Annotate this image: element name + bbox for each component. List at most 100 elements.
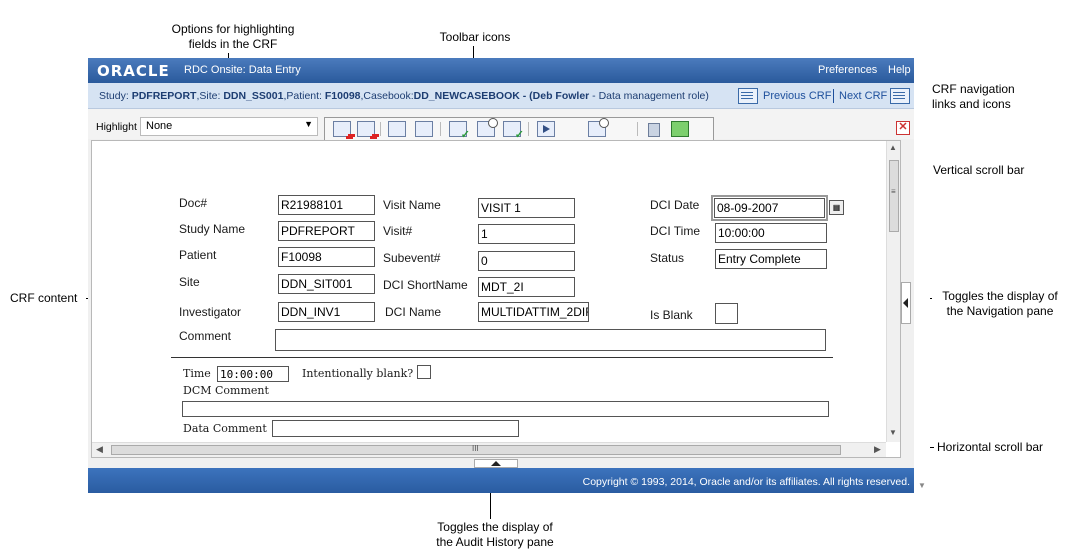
toolbar-separator [380, 122, 381, 136]
horizontal-scroll-thumb[interactable]: III [111, 444, 841, 455]
patient-value: F10098 [324, 90, 361, 102]
is-blank-checkbox[interactable] [715, 303, 738, 324]
previous-crf-link[interactable]: Previous CRF [763, 90, 831, 102]
previous-crf-icon[interactable] [738, 88, 758, 104]
approve-icon[interactable] [503, 121, 524, 141]
subevent-label: Subevent# [383, 251, 441, 265]
highlight-value: None [146, 120, 173, 132]
site-label: Site [179, 275, 200, 289]
context-bar: Study: PDFREPORT,Site: DDN_SS001,Patient… [88, 83, 914, 109]
study-name-label: Study Name [179, 222, 246, 236]
audit-clock-icon[interactable] [477, 118, 498, 137]
section-divider [171, 357, 833, 358]
grip-icon: ≡ [891, 187, 896, 196]
callout-audit-pane: Toggles the display of the Audit History… [436, 520, 554, 549]
callout-crf-content: CRF content [10, 291, 78, 305]
dci-time-field[interactable]: 10:00:00 [715, 223, 827, 243]
casebook-label: ,Casebook: [360, 90, 414, 102]
callout-crf-nav: CRF navigation links and icons [932, 82, 1015, 111]
time-label: Time [183, 367, 211, 380]
dci-date-field[interactable]: 08-09-2007 [711, 195, 828, 221]
close-icon[interactable]: ✕ [896, 121, 910, 135]
vertical-scrollbar[interactable]: ▲ ≡ ▼ [886, 141, 900, 442]
visit-number-label: Visit# [383, 224, 413, 238]
dci-name-label: DCI Name [385, 305, 442, 319]
crf-toolbar [324, 117, 714, 141]
save-icon[interactable] [671, 121, 689, 137]
investigator-label: Investigator [179, 305, 242, 319]
scroll-right-icon[interactable]: ▶ [874, 444, 881, 455]
nav-separator [833, 89, 834, 103]
discrepancy-clock-icon[interactable] [588, 118, 609, 137]
copyright-text: Copyright © 1993, 2014, Oracle and/or it… [582, 476, 910, 488]
comment-label: Comment [179, 329, 232, 343]
data-comment-field[interactable] [272, 420, 519, 437]
edit-crf-icon[interactable] [388, 121, 406, 137]
dci-shortname-field[interactable]: MDT_2I [478, 277, 575, 297]
insert-row-icon[interactable] [333, 121, 353, 139]
highlight-select[interactable]: None ▼ [140, 117, 318, 136]
time-field[interactable]: 10:00:00 [217, 366, 289, 382]
rdc-onsite-window: ORACLE RDC Onsite: Data Entry Preference… [88, 58, 914, 493]
scroll-down-icon[interactable]: ▼ [889, 428, 897, 437]
scroll-up-icon[interactable]: ▲ [889, 143, 897, 152]
patient-field[interactable]: F10098 [278, 247, 375, 267]
dci-name-field[interactable]: MULTIDATTIM_2DIF [478, 302, 589, 322]
dcm-comment-field[interactable] [182, 401, 829, 417]
insert-crf-icon[interactable] [357, 121, 377, 139]
patient-label: ,Patient: [283, 90, 325, 102]
is-blank-label: Is Blank [650, 308, 693, 322]
dci-time-label: DCI Time [650, 224, 701, 238]
footer-bar: Copyright © 1993, 2014, Oracle and/or it… [88, 468, 914, 493]
vertical-scroll-thumb[interactable]: ≡ [889, 160, 899, 232]
toolbar-separator [440, 122, 441, 136]
dci-shortname-label: DCI ShortName [383, 278, 468, 292]
play-icon[interactable] [537, 121, 555, 137]
callout-toolbar: Toolbar icons [439, 30, 511, 44]
preferences-link[interactable]: Preferences [818, 64, 877, 76]
callout-nav-pane: Toggles the display of the Navigation pa… [942, 289, 1058, 318]
toolbar-row: Highlight None ▼ ✕ [88, 109, 914, 141]
toolbar-separator [637, 122, 638, 136]
navigation-pane-toggle[interactable] [901, 282, 911, 324]
visit-number-field[interactable]: 1 [478, 224, 575, 244]
next-crf-icon[interactable] [890, 88, 910, 104]
user-name: - (Deb Fowler [519, 90, 590, 102]
scroll-down-icon[interactable]: ▼ [918, 481, 926, 490]
status-field[interactable]: Entry Complete [715, 249, 827, 269]
app-title: RDC Onsite: Data Entry [184, 64, 301, 76]
intentionally-blank-label: Intentionally blank? [302, 367, 414, 380]
site-field[interactable]: DDN_SIT001 [278, 274, 375, 294]
investigator-field[interactable]: DDN_INV1 [278, 302, 375, 322]
verify-icon[interactable] [449, 121, 470, 141]
callout-hscroll: Horizontal scroll bar [937, 440, 1044, 454]
help-link[interactable]: Help [888, 64, 911, 76]
callout-vscroll: Vertical scroll bar [933, 163, 1025, 177]
intentionally-blank-checkbox[interactable] [417, 365, 431, 379]
audit-history-pane-toggle[interactable] [474, 459, 518, 468]
patient-label: Patient [179, 248, 217, 262]
study-name-field[interactable]: PDFREPORT [278, 221, 375, 241]
dcm-comment-label: DCM Comment [183, 384, 269, 397]
doc-label: Doc# [179, 196, 208, 210]
user-role: - Data management role) [589, 90, 709, 102]
horizontal-scrollbar[interactable]: ◀ III ▶ [92, 442, 886, 457]
site-value: DDN_SS001 [223, 90, 284, 102]
view-crf-icon[interactable] [415, 121, 433, 137]
comment-field[interactable] [275, 329, 826, 351]
doc-field[interactable]: R21988101 [278, 195, 375, 215]
title-bar: ORACLE RDC Onsite: Data Entry Preference… [88, 58, 914, 83]
study-label: Study: [99, 90, 132, 102]
calendar-icon[interactable]: ▦ [829, 200, 844, 215]
subevent-field[interactable]: 0 [478, 251, 575, 271]
visit-name-label: Visit Name [383, 198, 441, 212]
study-value: PDFREPORT [131, 90, 197, 102]
delete-icon[interactable] [647, 121, 660, 137]
callout-highlight: Options for highlighting fields in the C… [171, 22, 295, 51]
visit-name-field[interactable]: VISIT 1 [478, 198, 575, 218]
highlight-label: Highlight [96, 121, 137, 133]
scroll-left-icon[interactable]: ◀ [96, 444, 103, 455]
next-crf-link[interactable]: Next CRF [839, 90, 887, 102]
page-scrollbar[interactable]: ▼ [914, 58, 930, 493]
grip-icon: III [472, 444, 479, 453]
